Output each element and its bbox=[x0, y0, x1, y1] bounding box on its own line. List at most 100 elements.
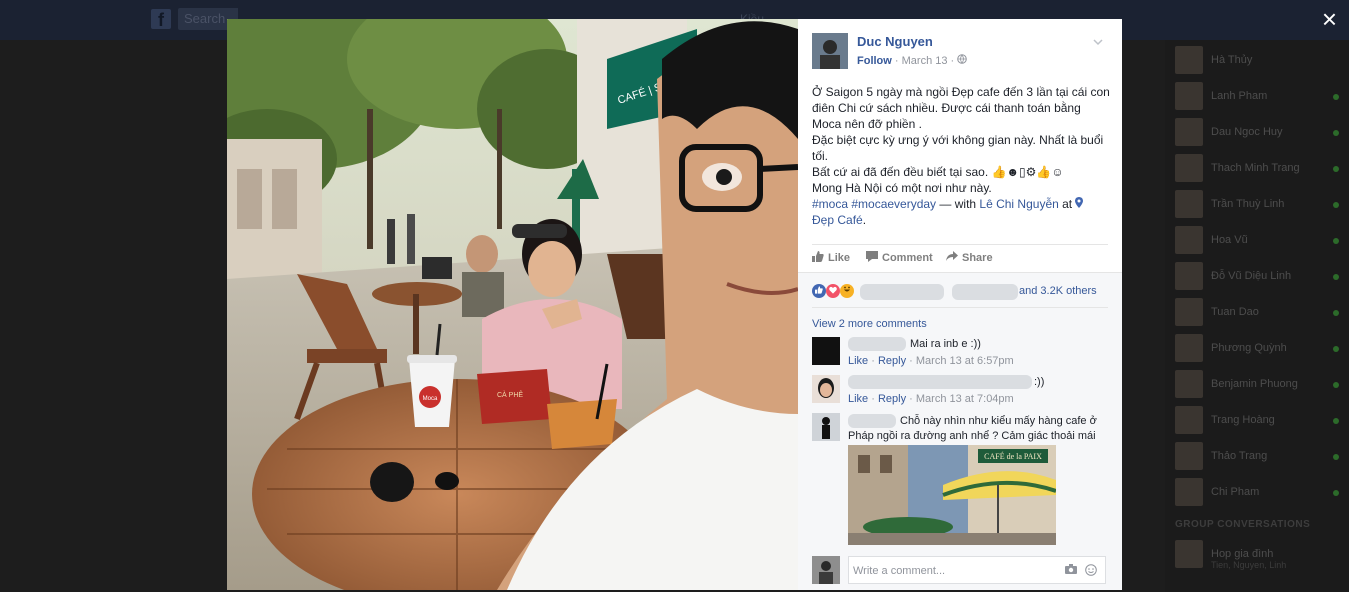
book-title: CÀ PHÊ bbox=[497, 390, 523, 399]
photo-viewer-screen: f Search Kiều × GROUP CONVERSATIONS Tien… bbox=[0, 0, 1349, 592]
camera-icon[interactable] bbox=[1065, 564, 1077, 574]
facebook-logo-icon[interactable]: f bbox=[151, 9, 171, 30]
commenter-avatar[interactable] bbox=[812, 413, 840, 441]
haha-reaction-icon bbox=[840, 284, 854, 298]
post-text-line: Mong Hà Nội có một nơi như này. bbox=[812, 181, 992, 195]
like-button[interactable]: Like bbox=[812, 251, 850, 264]
contact-avatar bbox=[1175, 190, 1203, 218]
location-link[interactable]: Đẹp Café bbox=[812, 213, 863, 227]
contact-avatar bbox=[1175, 540, 1203, 568]
contact-avatar bbox=[1175, 82, 1203, 110]
tagged-person-link[interactable]: Lê Chi Nguyễn bbox=[979, 197, 1058, 211]
share-button[interactable]: Share bbox=[946, 251, 993, 264]
comment-text: Chỗ này nhìn như kiểu mấy hàng cafe ở bbox=[900, 415, 1097, 427]
view-more-comments-link[interactable]: View 2 more comments bbox=[812, 318, 927, 330]
divider bbox=[812, 307, 1108, 308]
chat-contact[interactable]: Trần Thuỳ Linh bbox=[1175, 190, 1345, 220]
with-label: — with bbox=[936, 197, 980, 211]
comment-reply-link[interactable]: Reply bbox=[878, 393, 906, 405]
chat-contact[interactable]: Dau Ngoc Huy bbox=[1175, 118, 1345, 148]
chat-contact[interactable]: Hà Thủy bbox=[1175, 46, 1345, 76]
comment-button[interactable]: Comment bbox=[866, 251, 933, 264]
contact-name: Tuan Dao bbox=[1211, 306, 1259, 318]
chevron-down-icon[interactable] bbox=[1093, 35, 1103, 49]
comment-time[interactable]: March 13 at 7:04pm bbox=[916, 393, 1014, 405]
at-label: at bbox=[1058, 197, 1076, 211]
chat-contact[interactable]: Benjamin Phuong bbox=[1175, 370, 1345, 400]
contact-name: Trang Hoàng bbox=[1211, 414, 1275, 426]
share-label: Share bbox=[962, 252, 993, 264]
contact-name: Hà Thủy bbox=[1211, 54, 1253, 66]
post-meta: Follow · March 13 · bbox=[857, 54, 968, 67]
emoji-icon[interactable] bbox=[1085, 564, 1097, 576]
chat-contact[interactable]: Chi Pham bbox=[1175, 478, 1345, 508]
contact-name: Đỗ Vũ Diệu Linh bbox=[1211, 270, 1292, 282]
post-date[interactable]: March 13 bbox=[902, 55, 948, 67]
contact-avatar bbox=[1175, 262, 1203, 290]
comment-text: Mai ra inb e :)) bbox=[910, 338, 981, 350]
comment-actions: Like · Reply · March 13 at 7:04pm bbox=[848, 393, 1014, 405]
contact-avatar bbox=[1175, 298, 1203, 326]
follow-button[interactable]: Follow bbox=[857, 55, 892, 67]
contact-avatar bbox=[1175, 442, 1203, 470]
comment-actions: Like · Reply · March 13 at 6:57pm bbox=[848, 355, 1014, 367]
divider bbox=[812, 244, 1108, 245]
online-status-dot bbox=[1333, 310, 1339, 316]
comment-time[interactable]: March 13 at 6:57pm bbox=[916, 355, 1014, 367]
author-name[interactable]: Duc Nguyen bbox=[857, 34, 933, 49]
comment-like-link[interactable]: Like bbox=[848, 393, 868, 405]
author-avatar[interactable] bbox=[812, 33, 848, 69]
chat-contact[interactable]: Đỗ Vũ Diệu Linh bbox=[1175, 262, 1345, 292]
blurred-commenter-name[interactable] bbox=[848, 414, 896, 428]
comment-like-link[interactable]: Like bbox=[848, 355, 868, 367]
post-text-line: Ở Saigon 5 ngày mà ngồi Đẹp cafe đến 3 l… bbox=[812, 85, 1110, 131]
chat-contact[interactable]: Hop gia đình bbox=[1175, 540, 1345, 570]
location-pin-icon bbox=[1075, 197, 1084, 211]
post-tags-line: #moca #mocaeveryday — with Lê Chi Nguyễn… bbox=[812, 196, 1110, 228]
chat-contact[interactable]: Thảo Trang bbox=[1175, 442, 1345, 472]
contact-avatar bbox=[1175, 154, 1203, 182]
location-suffix: . bbox=[862, 213, 867, 227]
chat-contact[interactable]: Thach Minh Trang bbox=[1175, 154, 1345, 184]
online-status-dot bbox=[1333, 454, 1339, 460]
close-icon[interactable]: × bbox=[1322, 6, 1337, 32]
reactions-count-link[interactable]: and 3.2K others bbox=[1019, 285, 1097, 297]
blurred-names bbox=[860, 284, 944, 300]
hashtags-link[interactable]: #moca #mocaeveryday bbox=[812, 197, 936, 211]
post-details-panel: Duc Nguyen Follow · March 13 · Ở Saigon … bbox=[798, 19, 1122, 590]
online-status-dot bbox=[1333, 202, 1339, 208]
comment-input[interactable]: Write a comment... bbox=[848, 556, 1106, 584]
love-reaction-icon bbox=[826, 284, 840, 298]
online-status-dot bbox=[1333, 346, 1339, 352]
online-status-dot bbox=[1333, 490, 1339, 496]
comment-attachment-image[interactable]: CAFÉ de la PAIX bbox=[848, 445, 1056, 545]
contact-name: Hop gia đình bbox=[1211, 548, 1274, 560]
chat-contact[interactable]: Tuan Dao bbox=[1175, 298, 1345, 328]
contact-name: Trần Thuỳ Linh bbox=[1211, 198, 1285, 210]
contact-avatar bbox=[1175, 226, 1203, 254]
blurred-commenter-name[interactable] bbox=[848, 375, 1032, 389]
contact-name: Lanh Pham bbox=[1211, 90, 1268, 102]
current-user-avatar bbox=[812, 556, 840, 584]
comment-icon bbox=[866, 251, 878, 262]
group-conversations-heading: GROUP CONVERSATIONS bbox=[1175, 519, 1311, 530]
chat-contact[interactable]: Lanh Pham bbox=[1175, 82, 1345, 112]
chat-contact[interactable]: Phương Quỳnh bbox=[1175, 334, 1345, 364]
share-icon bbox=[946, 251, 958, 262]
post-photo[interactable]: CAFÉ | SÁCH | T... bbox=[227, 19, 798, 590]
like-reaction-icon bbox=[812, 284, 826, 298]
online-status-dot bbox=[1333, 238, 1339, 244]
comment-reply-link[interactable]: Reply bbox=[878, 355, 906, 367]
cafe-sign: CAFÉ de la PAIX bbox=[984, 451, 1042, 461]
commenter-avatar[interactable] bbox=[812, 375, 840, 403]
chat-contact[interactable]: Trang Hoàng bbox=[1175, 406, 1345, 436]
contact-avatar bbox=[1175, 334, 1203, 362]
post-text: Ở Saigon 5 ngày mà ngồi Đẹp cafe đến 3 l… bbox=[812, 84, 1110, 228]
blurred-commenter-name[interactable] bbox=[848, 337, 906, 351]
meta-separator: · bbox=[894, 55, 902, 67]
commenter-avatar[interactable] bbox=[812, 337, 840, 365]
online-status-dot bbox=[1333, 94, 1339, 100]
comments-section: and 3.2K others View 2 more comments Mai… bbox=[798, 272, 1122, 590]
chat-contact[interactable]: Hoa Vũ bbox=[1175, 226, 1345, 256]
comment-input-placeholder: Write a comment... bbox=[853, 565, 946, 577]
